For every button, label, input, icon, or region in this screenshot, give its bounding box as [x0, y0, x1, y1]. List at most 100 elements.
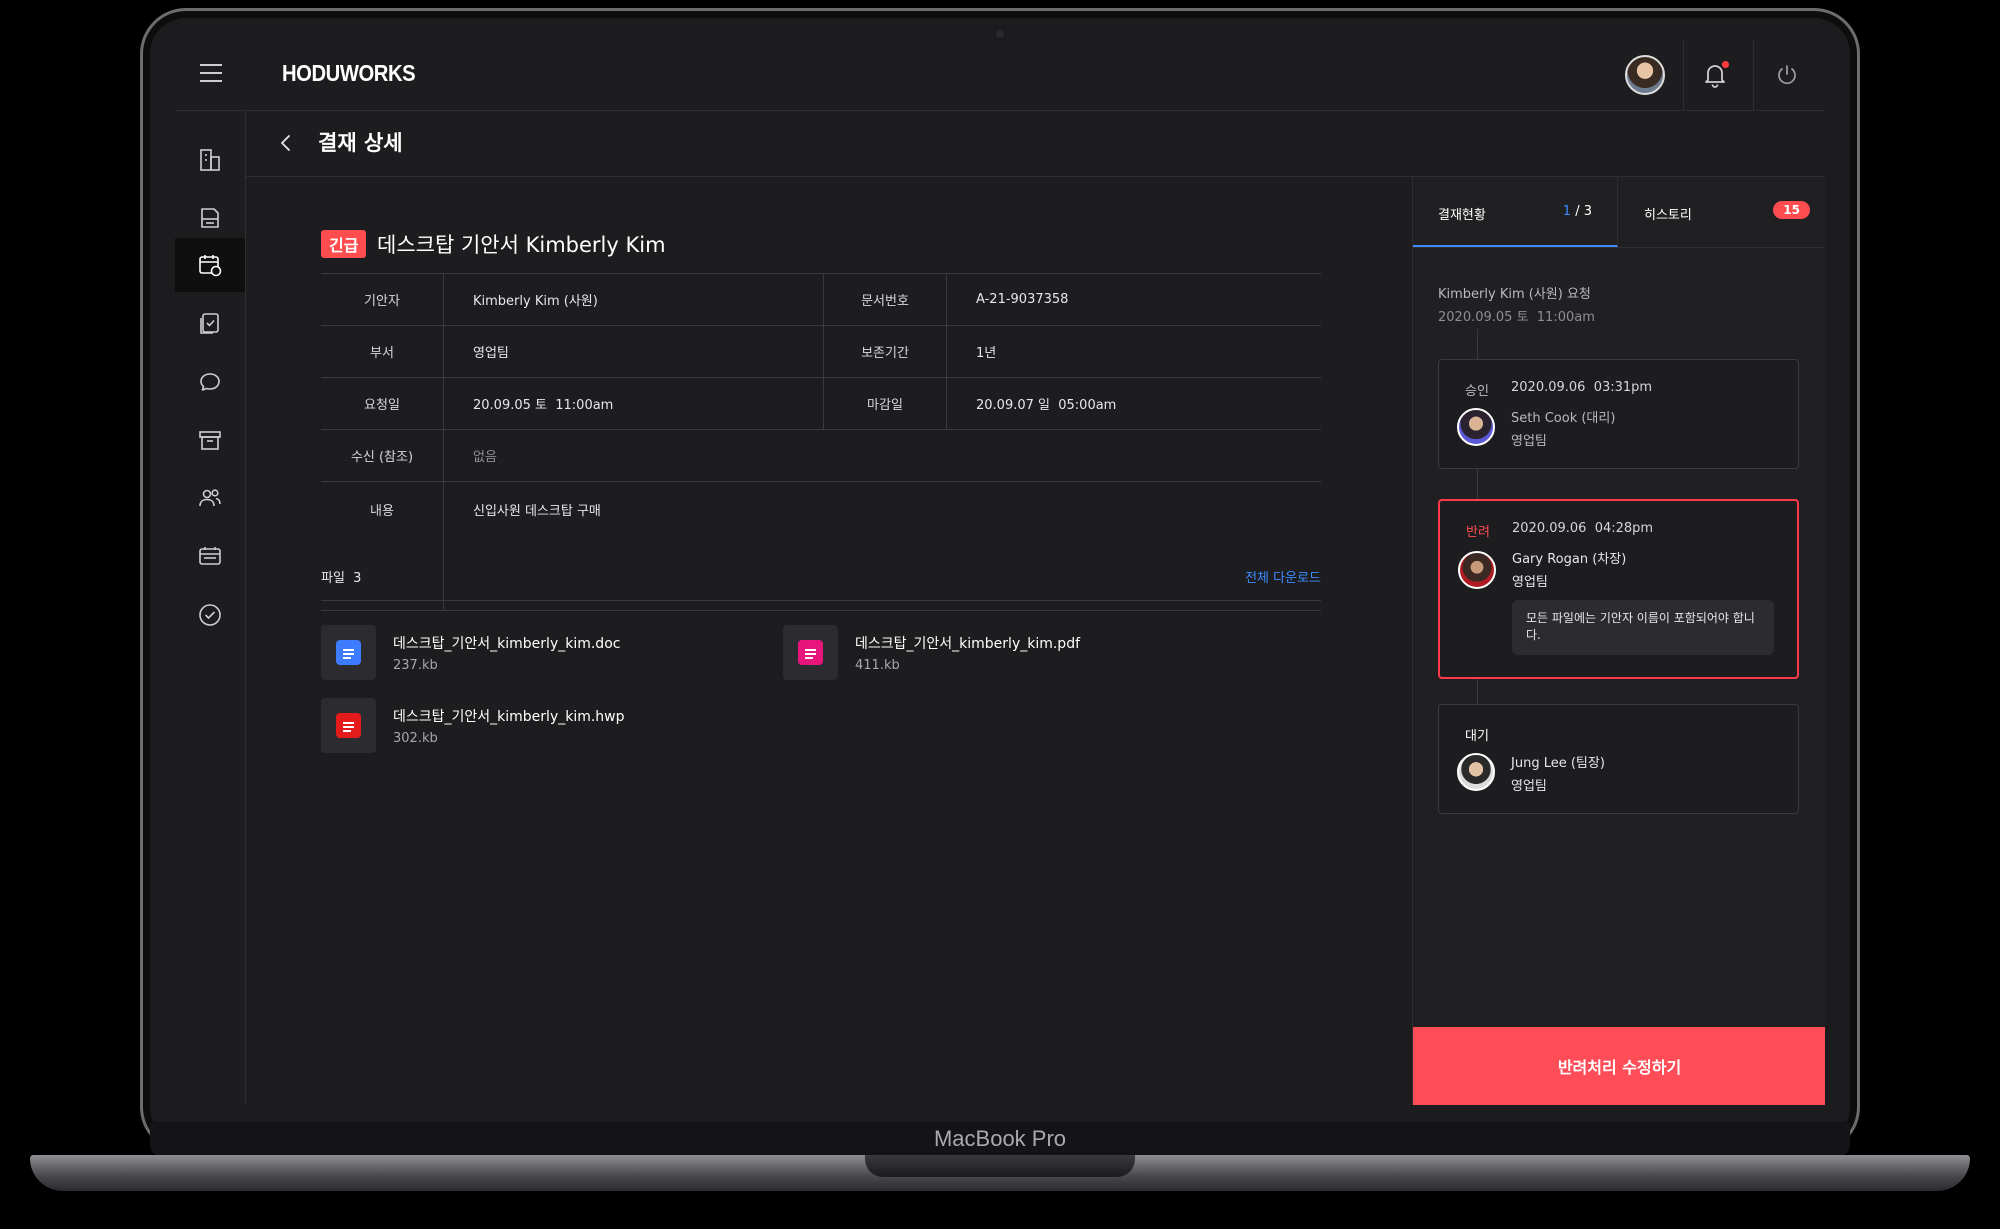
field-label: 수신 (참조): [321, 429, 444, 482]
document-title: 데스크탑 기안서 Kimberly Kim: [377, 233, 666, 257]
rejection-comment: 모든 파일에는 기안자 이름이 포함되어야 합니다.: [1512, 600, 1774, 655]
step-time: 2020.09.06 04:28pm: [1512, 521, 1654, 536]
table-row: 요청일 20.09.05 토 11:00am 마감일 20.09.07 일 05…: [321, 377, 1321, 430]
check-circle-icon: [199, 604, 221, 626]
download-all-link[interactable]: 전체 다운로드: [1245, 567, 1321, 586]
file-pdf-icon: [783, 625, 838, 680]
approval-total: / 3: [1571, 204, 1592, 219]
sidebar-item-archive[interactable]: [175, 413, 245, 467]
sidebar-item-buildings[interactable]: [175, 133, 245, 187]
approval-progress: 1 / 3: [1563, 204, 1592, 219]
field-value: 영업팀: [443, 325, 824, 378]
avatar: [1458, 551, 1496, 589]
table-row: 부서 영업팀 보존기간 1년: [321, 325, 1321, 378]
timeline-line: [1477, 679, 1478, 704]
field-label: 요청일: [321, 377, 444, 430]
field-label: 기안자: [321, 273, 444, 326]
approver-team: 영업팀: [1511, 779, 1547, 794]
avatar: [1457, 753, 1495, 791]
back-arrow-icon[interactable]: [276, 131, 296, 155]
file-item[interactable]: 데스크탑_기안서_kimberly_kim.pdf 411.kb: [783, 625, 1203, 681]
file-item[interactable]: 데스크탑_기안서_kimberly_kim.doc 237.kb: [321, 625, 741, 681]
top-bar: HODUWORKS: [175, 40, 1825, 111]
approver-name: Gary Rogan (차장): [1512, 552, 1627, 567]
document-detail: 긴급 데스크탑 기안서 Kimberly Kim 기안자 Kimberly Ki…: [246, 177, 1411, 1105]
edit-rejection-button[interactable]: 반려처리 수정하기: [1413, 1027, 1825, 1105]
file-name: 데스크탑_기안서_kimberly_kim.hwp: [393, 709, 625, 725]
user-avatar[interactable]: [1625, 55, 1665, 95]
inbox-icon: [201, 208, 219, 228]
field-value: 20.09.05 토 11:00am: [443, 377, 824, 430]
file-size: 237.kb: [393, 658, 438, 673]
document-info-table: 기안자 Kimberly Kim (사원) 문서번호 A-21-9037358 …: [321, 273, 1321, 611]
sidebar: [175, 111, 246, 1105]
field-value: Kimberly Kim (사원): [443, 273, 824, 326]
sidebar-item-inbox[interactable]: [175, 191, 245, 245]
field-value: 없음: [443, 429, 1321, 482]
archive-icon: [199, 431, 221, 450]
files-header: 파일 3 전체 다운로드: [321, 562, 1321, 601]
file-item[interactable]: 데스크탑_기안서_kimberly_kim.hwp 302.kb: [321, 698, 741, 754]
files-count-label: 파일 3: [321, 571, 362, 586]
field-label: 부서: [321, 325, 444, 378]
approver-team: 영업팀: [1512, 575, 1548, 590]
approval-current: 1: [1562, 204, 1572, 219]
approval-step-card-rejected: 반려 2020.09.06 04:28pm Gary Rogan (차장) 영업…: [1438, 499, 1799, 679]
field-label: 마감일: [823, 377, 947, 430]
file-name: 데스크탑_기안서_kimberly_kim.pdf: [855, 636, 1081, 652]
sidebar-item-approval[interactable]: [175, 238, 245, 292]
step-time: 2020.09.06 03:31pm: [1511, 380, 1653, 395]
file-hwp-icon: [321, 698, 376, 753]
step-status: 승인: [1465, 384, 1489, 399]
sidebar-item-messages[interactable]: [175, 355, 245, 409]
file-size: 411.kb: [855, 658, 900, 673]
approver-team: 영업팀: [1511, 434, 1547, 449]
avatar: [1457, 408, 1495, 446]
sidebar-item-tasks[interactable]: [175, 588, 245, 642]
file-name: 데스크탑_기안서_kimberly_kim.doc: [393, 636, 621, 652]
file-size: 302.kb: [393, 731, 438, 746]
step-status: 대기: [1465, 729, 1489, 744]
request-info: Kimberly Kim (사원) 요청: [1438, 287, 1591, 302]
divider: [1753, 40, 1754, 110]
people-icon: [199, 489, 221, 507]
field-value: A-21-9037358: [946, 273, 1321, 326]
menu-icon[interactable]: [200, 64, 222, 82]
building-icon: [200, 149, 220, 171]
table-row: 기안자 Kimberly Kim (사원) 문서번호 A-21-9037358: [321, 273, 1321, 326]
approver-name: Seth Cook (대리): [1511, 411, 1616, 426]
approval-panel: 결재현황 1 / 3 히스토리 15 Kimberly Kim (사원) 요청 …: [1412, 177, 1825, 1105]
app-screen: HODUWORKS 결재 상세 긴급 데스크탑 기안서 Kimberly Kim…: [175, 40, 1825, 1105]
field-value: 20.09.07 일 05:00am: [946, 377, 1321, 430]
approval-step-card: 승인 2020.09.06 03:31pm Seth Cook (대리) 영업팀: [1438, 359, 1799, 469]
field-value: 1년: [946, 325, 1321, 378]
tab-label: 결재현황: [1438, 208, 1486, 223]
sidebar-item-documents[interactable]: [175, 296, 245, 350]
field-label: 보존기간: [823, 325, 947, 378]
tab-history[interactable]: 히스토리 15: [1619, 177, 1825, 247]
camera: [996, 30, 1004, 38]
notification-dot: [1722, 61, 1729, 68]
divider: [1683, 40, 1684, 110]
page-header: 결재 상세: [246, 111, 1825, 177]
calendar-clock-icon: [199, 255, 222, 277]
device-label: MacBook Pro: [933, 1126, 1067, 1151]
tab-label: 히스토리: [1644, 208, 1692, 223]
tab-approval-status[interactable]: 결재현황 1 / 3: [1413, 177, 1618, 247]
step-status: 반려: [1466, 525, 1490, 540]
timeline-line: [1477, 329, 1478, 359]
laptop-notch: [865, 1155, 1135, 1177]
page-title: 결재 상세: [318, 131, 403, 155]
sidebar-item-calendar[interactable]: [175, 529, 245, 583]
chat-icon: [200, 373, 220, 391]
file-doc-icon: [321, 625, 376, 680]
card-icon: [199, 547, 221, 565]
timeline-line: [1477, 469, 1478, 499]
approval-step-card: 대기 Jung Lee (팀장) 영업팀: [1438, 704, 1799, 814]
power-icon[interactable]: [1772, 60, 1802, 90]
urgent-badge: 긴급: [321, 230, 367, 258]
table-row: 수신 (참조) 없음: [321, 429, 1321, 482]
approver-name: Jung Lee (팀장): [1511, 756, 1605, 771]
sidebar-item-people[interactable]: [175, 471, 245, 525]
panel-tabs: 결재현황 1 / 3 히스토리 15: [1413, 177, 1825, 248]
